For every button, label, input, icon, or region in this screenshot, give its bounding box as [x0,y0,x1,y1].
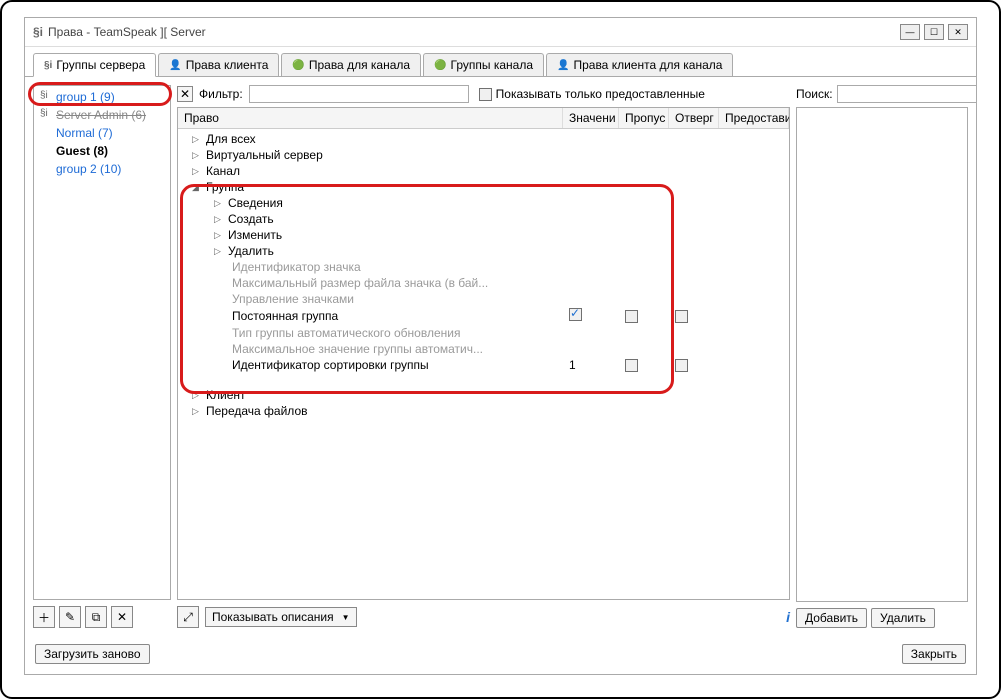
group-label: Normal (7) [56,126,113,140]
group-label: Guest (8) [56,144,108,158]
permission-row[interactable]: Идентификатор сортировки группы [232,358,429,372]
tab-client-channel-rights[interactable]: 👤Права клиента для канала [546,53,733,76]
info-icon[interactable]: i [786,609,790,625]
group-label: Server Admin (6) [56,108,146,122]
value-cell[interactable]: 1 [563,358,619,372]
col-grant[interactable]: Предостави [719,108,789,128]
clear-filter-button[interactable]: ✕ [177,86,193,102]
minimize-button[interactable]: ― [900,24,920,40]
search-results [796,107,968,602]
tab-label: Права клиента [186,58,269,72]
delete-group-button[interactable]: ✕ [111,606,133,628]
tab-label: Права клиента для канала [573,58,722,72]
show-granted-label: Показывать только предоставленные [496,87,705,101]
permission-row[interactable]: Идентификатор значка [232,260,361,274]
permission-row[interactable]: Максимальное значение группы автоматич..… [232,342,483,356]
group-icon: §i [40,90,48,101]
expand-all-button[interactable]: ⤢ [177,606,199,628]
tab-channel-groups[interactable]: 🟢Группы канала [423,53,544,76]
delete-button[interactable]: Удалить [871,608,935,628]
group-item[interactable]: §i group 1 (9) [38,88,166,106]
col-negate[interactable]: Отверг [669,108,719,128]
tree-node[interactable]: Виртуальный сервер [206,148,323,162]
show-descriptions-dropdown[interactable]: Показывать описания ▼ [205,607,357,627]
chevron-down-icon: ▼ [342,613,350,622]
tree-node[interactable]: Группа [206,180,244,194]
expand-icon[interactable]: ▷ [214,214,226,225]
copy-group-button[interactable]: ⧉ [85,606,107,628]
search-input[interactable] [837,85,976,103]
collapse-icon[interactable]: ◢ [192,182,204,193]
close-button[interactable]: Закрыть [902,644,966,664]
negate-checkbox[interactable] [675,359,688,372]
tab-label: Группы сервера [56,58,145,72]
tree-node[interactable]: Передача файлов [206,404,308,418]
tab-bar: §iГруппы сервера 👤Права клиента 🟢Права д… [25,47,976,77]
reload-button[interactable]: Загрузить заново [35,644,150,664]
skip-checkbox[interactable] [625,359,638,372]
tree-node[interactable]: Удалить [228,244,274,258]
group-item[interactable]: Normal (7) [38,124,166,142]
dropdown-label: Показывать описания [212,610,334,624]
group-item[interactable]: group 2 (10) [38,160,166,178]
expand-icon[interactable]: ▷ [214,198,226,209]
titlebar: §i Права - TeamSpeak ][ Server ― ☐ ✕ [25,18,976,47]
tab-channel-rights[interactable]: 🟢Права для канала [281,53,421,76]
col-value[interactable]: Значени [563,108,619,128]
tab-server-groups[interactable]: §iГруппы сервера [33,53,156,77]
group-list: §i group 1 (9) §i Server Admin (6) Normal … [33,85,171,600]
col-permission[interactable]: Право [178,108,563,128]
expand-icon[interactable]: ▷ [192,134,204,145]
filter-label: Фильтр: [199,87,243,101]
tree-node[interactable]: Для всех [206,132,256,146]
tab-label: Группы канала [451,58,533,72]
expand-icon[interactable]: ▷ [192,166,204,177]
skip-checkbox[interactable] [625,310,638,323]
permission-row[interactable]: Управление значками [232,292,354,306]
permission-row[interactable]: Постоянная группа [232,309,338,323]
search-label: Поиск: [796,87,833,101]
window-title: Права - TeamSpeak ][ Server [48,25,900,39]
group-item[interactable]: Guest (8) [38,142,166,160]
expand-icon[interactable]: ▷ [192,390,204,401]
rename-group-button[interactable]: ✎ [59,606,81,628]
group-item[interactable]: §i Server Admin (6) [38,106,166,124]
permission-row[interactable]: Тип группы автоматического обновления [232,326,460,340]
expand-icon[interactable]: ▷ [192,406,204,417]
value-checkbox[interactable] [569,308,582,321]
add-button[interactable]: Добавить [796,608,867,628]
permissions-grid: Право Значени Пропус Отверг Предостави ▷… [177,107,790,600]
maximize-button[interactable]: ☐ [924,24,944,40]
tree-node[interactable]: Изменить [228,228,282,242]
expand-icon[interactable]: ▷ [214,230,226,241]
tab-label: Права для канала [309,58,410,72]
col-skip[interactable]: Пропус [619,108,669,128]
tree-node[interactable]: Создать [228,212,274,226]
group-icon: §i [40,108,48,119]
group-label: group 1 (9) [56,90,115,104]
expand-icon[interactable]: ▷ [214,246,226,257]
permission-row[interactable]: Максимальный размер файла значка (в бай.… [232,276,488,290]
filter-input[interactable] [249,85,469,103]
negate-checkbox[interactable] [675,310,688,323]
tree-node[interactable]: Сведения [228,196,283,210]
close-window-button[interactable]: ✕ [948,24,968,40]
tab-client-rights[interactable]: 👤Права клиента [158,53,279,76]
tree-node[interactable]: Канал [206,164,240,178]
tree-node[interactable]: Клиент [206,388,246,402]
show-granted-checkbox[interactable] [479,88,492,101]
expand-icon[interactable]: ▷ [192,150,204,161]
add-group-button[interactable]: ＋ [33,606,55,628]
app-icon: §i [33,25,43,39]
group-label: group 2 (10) [56,162,121,176]
